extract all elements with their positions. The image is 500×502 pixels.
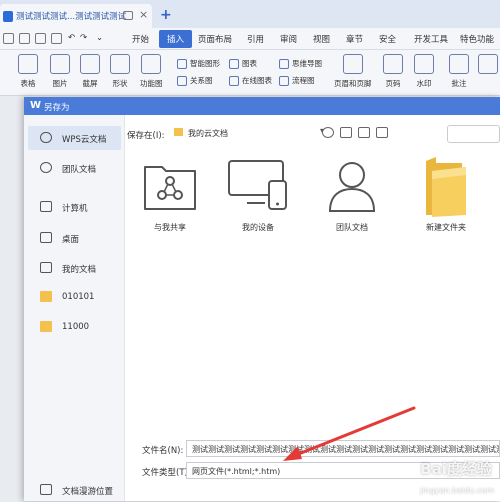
baidu-jingyan-watermark: Bai度经验 jingyan.baidu.com <box>420 458 494 497</box>
watermark-url: jingyan.baidu.com <box>420 486 494 495</box>
annotation-arrow <box>0 0 500 501</box>
watermark-logo: Bai度经验 <box>420 460 492 478</box>
